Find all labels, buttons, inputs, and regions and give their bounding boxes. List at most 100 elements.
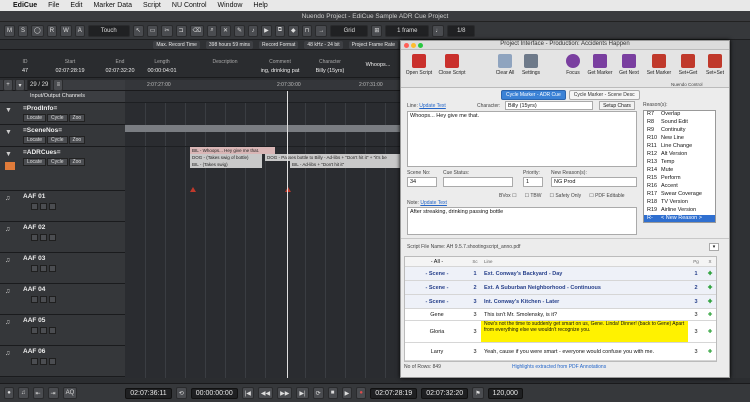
punch-out-icon[interactable]: ⇥ bbox=[47, 387, 59, 399]
toolbar-w-button[interactable]: W bbox=[60, 24, 72, 37]
set-get-button[interactable]: Set+Get bbox=[675, 54, 701, 76]
record-icon[interactable] bbox=[49, 203, 56, 210]
reason-item[interactable]: R16 Accent bbox=[644, 183, 715, 191]
menu-file[interactable]: File bbox=[48, 2, 59, 9]
track-filter-icon[interactable]: ≡ bbox=[53, 79, 64, 91]
setup-chars-button[interactable]: Setup Chars bbox=[599, 101, 635, 110]
reason-item[interactable]: R12 Alt Version bbox=[644, 151, 715, 159]
close-window-icon[interactable] bbox=[404, 43, 409, 48]
quantize-select[interactable]: 1/8 bbox=[447, 24, 476, 37]
char-filter-select[interactable]: - All - bbox=[405, 259, 469, 265]
toolbar-loop-icon[interactable]: ◯ bbox=[31, 24, 44, 37]
event-id[interactable]: ID 47 bbox=[10, 59, 40, 74]
scene-no-field[interactable]: 34 bbox=[407, 177, 437, 187]
mute-icon[interactable] bbox=[31, 203, 38, 210]
click-icon[interactable]: ⚑ bbox=[472, 387, 484, 399]
record-icon[interactable] bbox=[49, 327, 56, 334]
table-row[interactable]: Gene 3 This isn't Mr. Smolensky, is it? 3 ✚ bbox=[405, 309, 716, 321]
cycle-button[interactable]: Cycle bbox=[47, 158, 68, 166]
auto-quantize-button[interactable]: AQ bbox=[62, 387, 78, 399]
settings-button[interactable]: Settings bbox=[519, 54, 543, 76]
go-to-end-icon[interactable]: ▶| bbox=[296, 387, 309, 399]
quantize-icon[interactable]: ♩ bbox=[432, 24, 445, 37]
table-row[interactable]: - Scene -1 Ext. Conway's Backyard - Day 1 ✚ bbox=[405, 267, 716, 281]
safety-only-checkbox[interactable]: ☐ Safety Only bbox=[549, 193, 581, 199]
event-length[interactable]: Length 00:00:04:01 bbox=[140, 59, 184, 74]
add-icon[interactable]: ✚ bbox=[704, 299, 716, 305]
add-icon[interactable]: ✚ bbox=[704, 349, 716, 355]
marker-icon[interactable]: ◆ bbox=[288, 24, 299, 37]
snap-to-zero-icon[interactable]: ⊞ bbox=[371, 24, 383, 37]
track-aaf-02[interactable]: ♫ AAF 02 bbox=[0, 222, 125, 253]
automation-mode-select[interactable]: Touch bbox=[87, 24, 130, 37]
track-aaf-03[interactable]: ♫ AAF 03 bbox=[0, 253, 125, 284]
track-aaf-01[interactable]: ♫ AAF 01 bbox=[0, 191, 125, 222]
track-scenenos[interactable]: ▼ =SceneNos= Locate Cycle Zoo bbox=[0, 125, 125, 147]
menu-app[interactable]: EdiCue bbox=[13, 2, 37, 9]
mute-icon[interactable] bbox=[31, 265, 38, 272]
snap-icon[interactable]: ⊓ bbox=[301, 24, 313, 37]
pdf-editable-checkbox[interactable]: ☐ PDF Editable bbox=[589, 193, 624, 199]
locate-button[interactable]: Locate bbox=[23, 158, 47, 166]
tab-scene-desc[interactable]: Cycle Marker - Scene Desc bbox=[568, 90, 640, 100]
adr-cue-clip[interactable]: BIL - Whoops... Hey give me that. bbox=[190, 147, 275, 154]
record-format-value[interactable]: 48 kHz - 24 bit bbox=[304, 40, 343, 49]
bvox-checkbox[interactable]: BVox ☐ bbox=[499, 193, 517, 199]
adr-cue-clip[interactable]: DOG - Passes bottle to Billy - Ad-libs +… bbox=[265, 154, 400, 161]
record-icon[interactable]: ● bbox=[356, 387, 367, 399]
add-icon[interactable]: ✚ bbox=[704, 329, 716, 335]
adr-cue-clip[interactable]: BIL - (Takes swig) bbox=[190, 161, 262, 168]
toolbar-r-button[interactable]: R bbox=[46, 24, 58, 37]
rewind-icon[interactable]: ◀◀ bbox=[257, 387, 274, 399]
reason-item[interactable]: R11 Line Change bbox=[644, 143, 715, 151]
mute-icon[interactable] bbox=[31, 296, 38, 303]
link-icon[interactable]: ⧉ bbox=[274, 24, 285, 37]
close-script-button[interactable]: Close Script bbox=[437, 54, 467, 76]
range-tool-icon[interactable]: ▭ bbox=[146, 24, 159, 37]
line-text-area[interactable]: Whoops... Hey give me that. bbox=[407, 111, 637, 167]
open-script-button[interactable]: Open Script bbox=[405, 54, 433, 76]
scissors-icon[interactable]: ✂ bbox=[161, 24, 173, 37]
play-icon[interactable]: ▶ bbox=[341, 387, 353, 399]
tab-adr-cue[interactable]: Cycle Marker - ADR Cue bbox=[501, 90, 566, 100]
add-icon[interactable]: ✚ bbox=[704, 271, 716, 277]
grid-select[interactable]: Grid bbox=[330, 24, 369, 37]
menu-marker-data[interactable]: Marker Data bbox=[93, 2, 132, 9]
length-display[interactable]: 00:00:00:00 bbox=[190, 387, 238, 399]
solo-icon[interactable] bbox=[40, 358, 47, 365]
event-start[interactable]: Start 02:07:28:19 bbox=[50, 59, 90, 74]
track-folder[interactable]: Input/Output Channels bbox=[0, 91, 125, 103]
play-tool-icon[interactable]: ▶ bbox=[261, 24, 272, 37]
toolbar-m-button[interactable]: M bbox=[4, 24, 15, 37]
forward-icon[interactable]: ▶▶ bbox=[277, 387, 293, 399]
reason-item[interactable]: R18 TV Version bbox=[644, 199, 715, 207]
mute-icon[interactable] bbox=[31, 327, 38, 334]
event-comment[interactable]: Comment ing, drinking pat bbox=[256, 59, 304, 74]
tempo-display[interactable]: 120,000 bbox=[487, 387, 523, 399]
get-marker-button[interactable]: Get Marker bbox=[585, 54, 615, 76]
pointer-tool-icon[interactable]: ↖ bbox=[132, 24, 144, 37]
zoom-button[interactable]: Zoo bbox=[68, 114, 86, 122]
get-next-button[interactable]: Get Next bbox=[617, 54, 641, 76]
reason-item[interactable]: R10 New Line bbox=[644, 135, 715, 143]
locator-start[interactable]: 02:07:28:19 bbox=[370, 387, 418, 399]
zoom-window-icon[interactable] bbox=[418, 43, 423, 48]
go-to-start-icon[interactable]: |◀ bbox=[241, 387, 254, 399]
solo-icon[interactable] bbox=[40, 296, 47, 303]
position-display[interactable]: 02:07:36:11 bbox=[125, 387, 172, 399]
reason-item[interactable]: R19 Airline Version bbox=[644, 207, 715, 215]
character-select[interactable]: Billy (15yrs) bbox=[505, 101, 593, 110]
record-icon[interactable] bbox=[49, 358, 56, 365]
record-enable-icon[interactable] bbox=[5, 162, 15, 170]
track-aaf-04[interactable]: ♫ AAF 04 bbox=[0, 284, 125, 315]
vertical-scrollbar[interactable] bbox=[731, 40, 750, 378]
menu-nu-control[interactable]: NU Control bbox=[172, 2, 207, 9]
mute-icon[interactable] bbox=[31, 234, 38, 241]
record-icon[interactable] bbox=[49, 296, 56, 303]
record-icon[interactable] bbox=[49, 234, 56, 241]
cycle-button[interactable]: Cycle bbox=[47, 114, 68, 122]
track-adrcues[interactable]: ▼ =ADRCues= Locate Cycle Zoo bbox=[0, 147, 125, 191]
set-set-button[interactable]: Set+Set bbox=[703, 54, 727, 76]
grid-size-select[interactable]: 1 frame bbox=[385, 24, 430, 37]
punch-in-icon[interactable]: ⇤ bbox=[32, 387, 44, 399]
